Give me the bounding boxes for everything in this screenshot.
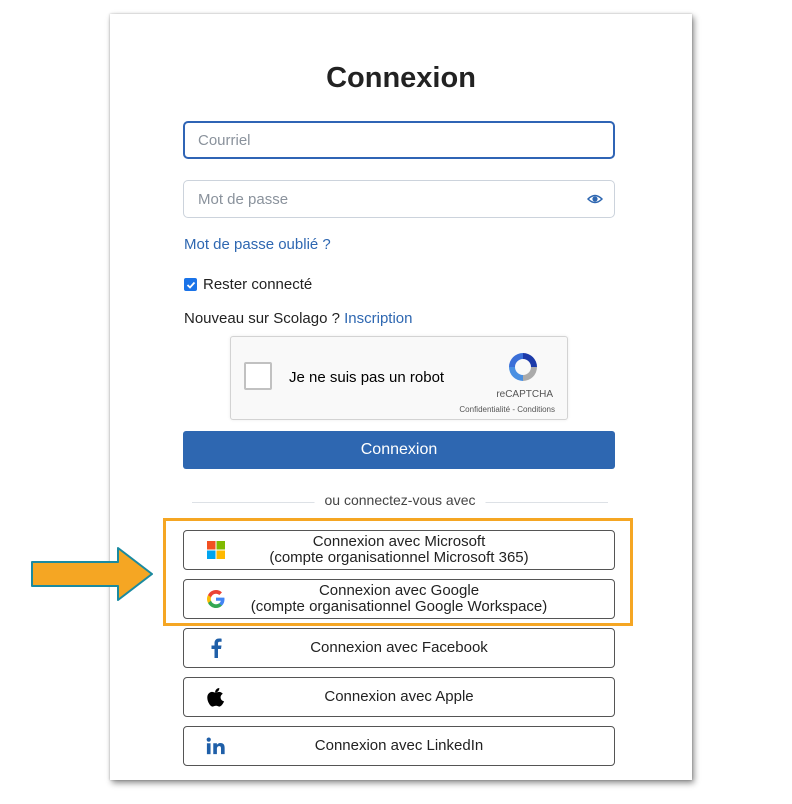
password-field[interactable]: Mot de passe	[183, 180, 615, 218]
highlight-box	[163, 518, 633, 626]
linkedin-icon	[206, 736, 226, 756]
facebook-login-label: Connexion avec Facebook	[310, 639, 488, 656]
linkedin-login-button[interactable]: Connexion avec LinkedIn	[183, 726, 615, 766]
login-card: Connexion Courriel Mot de passe Mot de p…	[110, 14, 692, 780]
recaptcha-widget: Je ne suis pas un robot reCAPTCHA Confid…	[230, 336, 568, 420]
divider-text: ou connectez-vous avec	[314, 492, 486, 508]
arrow-icon	[31, 547, 153, 601]
email-placeholder: Courriel	[198, 131, 251, 149]
apple-login-label: Connexion avec Apple	[324, 688, 474, 705]
remember-checkbox[interactable]	[184, 278, 197, 291]
linkedin-login-label: Connexion avec LinkedIn	[314, 737, 484, 754]
remember-label: Rester connecté	[203, 276, 313, 293]
recaptcha-terms[interactable]: Confidentialité - Conditions	[459, 405, 555, 414]
apple-icon	[206, 687, 226, 707]
email-field[interactable]: Courriel	[183, 121, 615, 159]
forgot-password-link[interactable]: Mot de passe oublié ?	[184, 236, 331, 253]
check-icon	[186, 281, 195, 289]
password-placeholder: Mot de passe	[198, 190, 289, 208]
eye-icon[interactable]	[587, 193, 603, 205]
divider: ou connectez-vous avec	[192, 492, 608, 512]
signup-prompt-text: Nouveau sur Scolago ?	[184, 310, 345, 327]
page-title: Connexion	[326, 62, 476, 94]
recaptcha-checkbox[interactable]	[244, 362, 272, 390]
facebook-login-button[interactable]: Connexion avec Facebook	[183, 628, 615, 668]
facebook-icon	[206, 638, 226, 658]
apple-login-button[interactable]: Connexion avec Apple	[183, 677, 615, 717]
recaptcha-label: Je ne suis pas un robot	[289, 369, 445, 386]
recaptcha-logo-icon	[509, 353, 537, 381]
recaptcha-brand: reCAPTCHA	[496, 389, 553, 400]
signup-prompt: Nouveau sur Scolago ? Inscription	[184, 310, 412, 327]
login-button[interactable]: Connexion	[183, 431, 615, 469]
remember-me[interactable]: Rester connecté	[184, 276, 312, 293]
signup-link[interactable]: Inscription	[344, 310, 412, 327]
